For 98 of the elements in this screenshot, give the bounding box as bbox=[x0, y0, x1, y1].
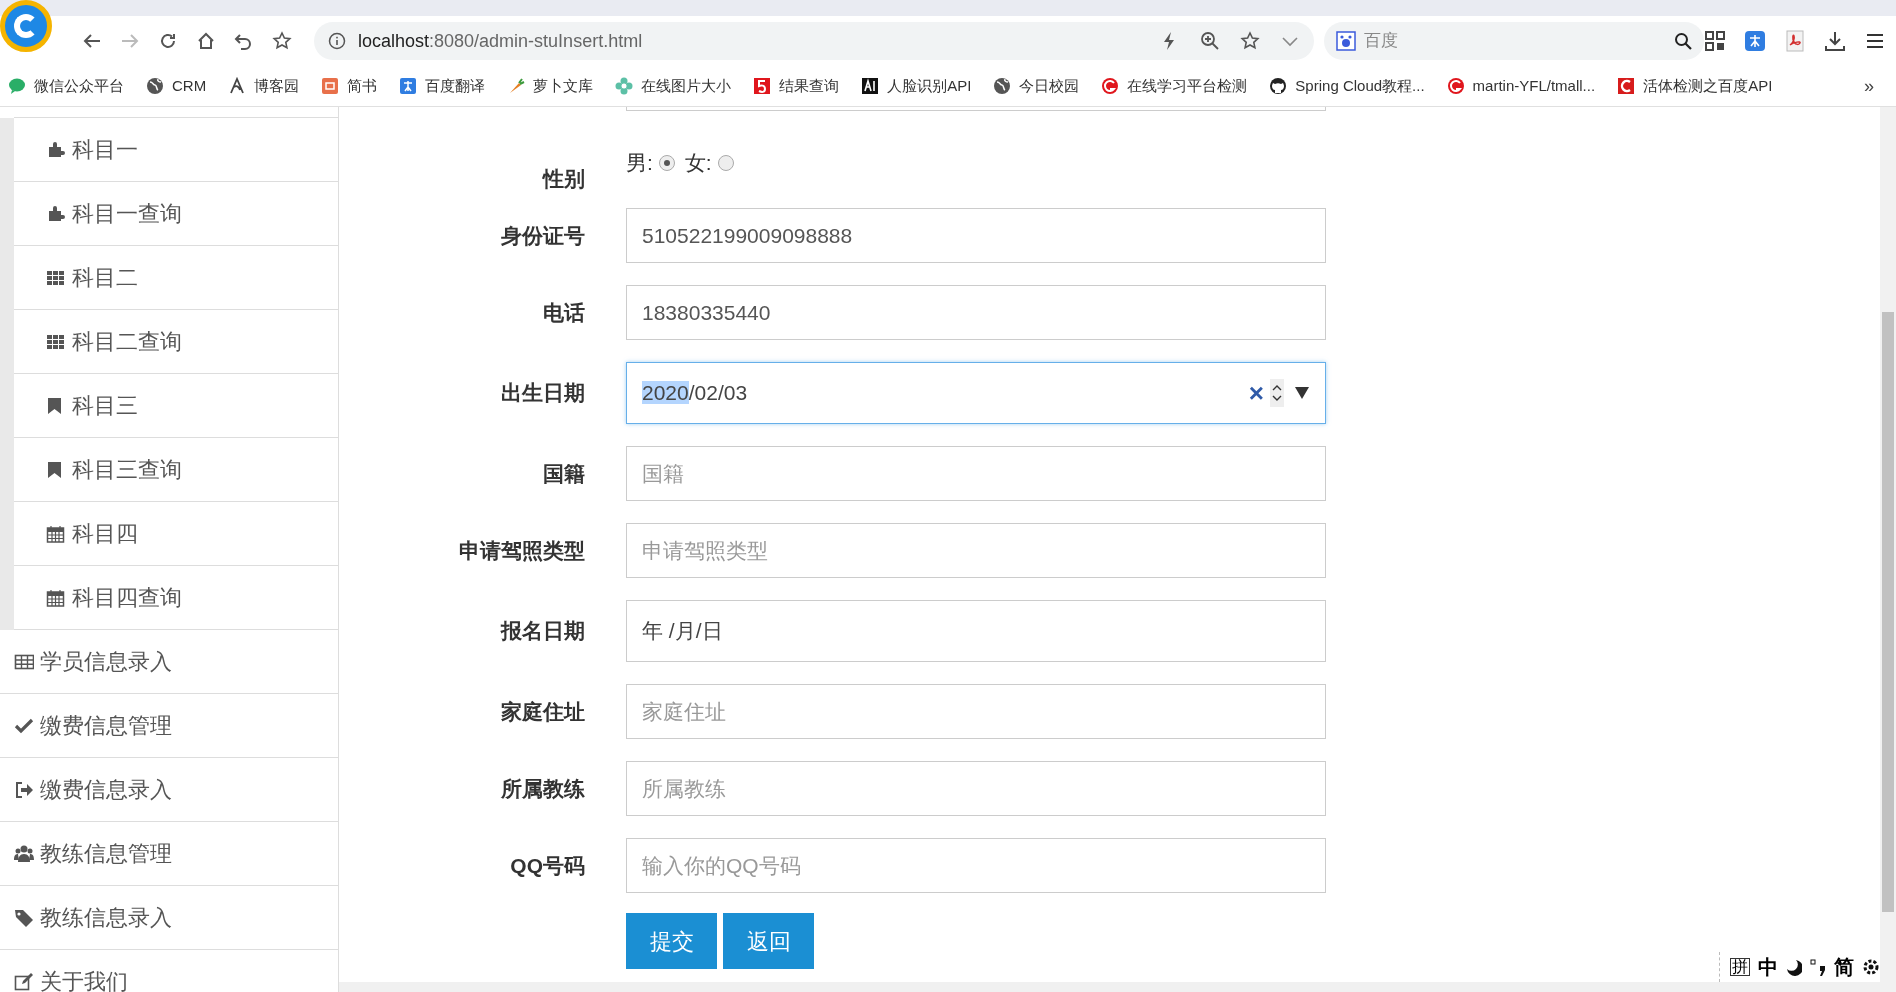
square-logo-icon bbox=[1617, 77, 1636, 95]
square-logo-icon bbox=[861, 77, 880, 95]
puzzle-icon bbox=[46, 203, 66, 224]
bookmark-link[interactable]: 萝卜文库 bbox=[501, 74, 600, 98]
field-label: 电话 bbox=[542, 299, 585, 326]
radio-button[interactable] bbox=[658, 154, 675, 171]
zoom-icon[interactable] bbox=[1200, 31, 1220, 51]
reload-icon[interactable] bbox=[158, 31, 178, 51]
sidebar-item[interactable]: 科目一 bbox=[14, 118, 338, 182]
globe-icon bbox=[146, 77, 164, 95]
paw-logo-icon bbox=[1336, 31, 1356, 51]
bookmark-link[interactable]: 在线图片大小 bbox=[609, 74, 738, 98]
translate-icon[interactable] bbox=[1744, 30, 1766, 52]
sidebar-item[interactable]: 科目四查询 bbox=[14, 566, 338, 630]
bookmark-link[interactable]: martin-YFL/tmall... bbox=[1440, 74, 1602, 98]
people-icon bbox=[14, 843, 34, 864]
field-label: 出生日期 bbox=[500, 380, 585, 407]
input-field[interactable] bbox=[626, 107, 1326, 111]
date-field[interactable]: 年 /月/日 bbox=[626, 600, 1326, 662]
bookmark-link[interactable]: 结果查询 bbox=[747, 74, 846, 98]
radio-button[interactable] bbox=[717, 154, 734, 171]
download-icon[interactable] bbox=[1824, 30, 1846, 52]
field-label: 身份证号 bbox=[500, 222, 585, 249]
bookmark-link[interactable]: 微信公众平台 bbox=[2, 74, 130, 98]
radio-label: 男: bbox=[626, 150, 653, 176]
sidebar-item[interactable]: 科目二 bbox=[14, 246, 338, 310]
sidebar-item[interactable]: 科目二查询 bbox=[14, 310, 338, 374]
bookmark-link[interactable]: 百度翻译 bbox=[393, 74, 492, 98]
carrot-icon bbox=[507, 77, 526, 95]
field-label: 申请驾照类型 bbox=[458, 537, 585, 564]
star-icon[interactable] bbox=[1240, 31, 1260, 51]
square-logo-icon bbox=[399, 77, 418, 95]
chat-bubble-icon bbox=[8, 77, 26, 95]
sidebar-item[interactable]: 科目三查询 bbox=[14, 438, 338, 502]
search-icon bbox=[1674, 32, 1692, 50]
globe-icon bbox=[993, 77, 1012, 95]
bookmark-link[interactable]: 人脸识别API bbox=[855, 74, 978, 98]
scrollbar-thumb[interactable] bbox=[1882, 312, 1894, 912]
edit-icon bbox=[14, 971, 34, 992]
radio-label: 女: bbox=[684, 150, 712, 176]
calendar-icon bbox=[46, 587, 66, 608]
date-field[interactable]: 2020/02/03 × bbox=[626, 362, 1326, 424]
clear-button[interactable]: × bbox=[1248, 380, 1264, 406]
input-field[interactable]: 所属教练 bbox=[626, 761, 1326, 816]
url-text: localhost:8080/admin-stuInsert.html bbox=[358, 29, 643, 53]
bookmark-link[interactable]: CRM bbox=[140, 74, 213, 98]
sign-out-icon bbox=[14, 779, 34, 800]
input-field[interactable]: 输入你的QQ号码 bbox=[626, 838, 1326, 893]
sidebar-item[interactable]: 科目四 bbox=[14, 502, 338, 566]
input-field[interactable]: 18380335440 bbox=[626, 285, 1326, 340]
field-label: 报名日期 bbox=[499, 618, 585, 645]
undo-icon[interactable] bbox=[234, 31, 254, 51]
search-field[interactable]: 百度 bbox=[1364, 28, 1674, 54]
bookmark-link[interactable]: 活体检测之百度API bbox=[1611, 74, 1779, 98]
bookmark-link[interactable]: 简书 bbox=[315, 74, 384, 98]
sidebar-item[interactable]: 科目三 bbox=[14, 374, 338, 438]
tag-icon bbox=[14, 907, 34, 928]
moon-icon bbox=[1786, 958, 1802, 976]
form-button[interactable]: 提交 bbox=[626, 913, 717, 969]
input-field[interactable]: 510522199009098888 bbox=[626, 208, 1326, 263]
field-label: 所属教练 bbox=[500, 775, 585, 802]
square-logo-icon bbox=[321, 77, 340, 95]
qr-grid-icon[interactable] bbox=[1704, 30, 1726, 52]
ime-script-indicator[interactable]: 简 bbox=[1834, 952, 1854, 982]
address-bar[interactable]: localhost:8080/admin-stuInsert.html bbox=[314, 22, 1314, 60]
ime-language-indicator[interactable]: 中 bbox=[1758, 952, 1778, 982]
bookmark-link[interactable]: 今日校园 bbox=[987, 74, 1086, 98]
bookmark-link[interactable]: 在线学习平台检测 bbox=[1095, 74, 1254, 98]
field-label: QQ号码 bbox=[509, 852, 585, 879]
scrollbar[interactable] bbox=[1880, 107, 1896, 992]
input-field[interactable]: 国籍 bbox=[626, 446, 1326, 501]
field-label: 家庭住址 bbox=[500, 698, 585, 725]
star-icon[interactable] bbox=[272, 31, 292, 51]
spinner-arrows-icon bbox=[1270, 379, 1284, 407]
field-label: 国籍 bbox=[542, 460, 585, 487]
more-bookmarks-button[interactable]: » bbox=[1864, 72, 1874, 100]
input-field[interactable]: 家庭住址 bbox=[626, 684, 1326, 739]
dropdown-arrow-icon bbox=[1294, 386, 1310, 400]
ring-logo-icon bbox=[1446, 77, 1465, 95]
bookmark-link[interactable]: 博客园 bbox=[222, 74, 306, 98]
square-logo-icon bbox=[753, 77, 772, 95]
bookmark-link[interactable]: Spring Cloud教程... bbox=[1263, 74, 1431, 98]
cat-logo-icon bbox=[1269, 77, 1288, 95]
calendar-icon bbox=[46, 523, 66, 544]
ring-logo-icon bbox=[1101, 77, 1120, 95]
pdf-icon[interactable] bbox=[1784, 30, 1806, 52]
field-label: 性别 bbox=[541, 166, 585, 192]
search-bar[interactable]: 百度 bbox=[1324, 22, 1704, 60]
gear-icon bbox=[1862, 958, 1880, 976]
sidebar-item[interactable]: 科目一查询 bbox=[14, 182, 338, 246]
ime-mode-indicator[interactable]: 拼 bbox=[1730, 958, 1750, 976]
form-button[interactable]: 返回 bbox=[723, 913, 814, 969]
input-field[interactable]: 申请驾照类型 bbox=[626, 523, 1326, 578]
info-icon bbox=[328, 32, 346, 50]
puzzle-icon bbox=[46, 139, 66, 160]
flower-icon bbox=[615, 77, 634, 95]
home-icon[interactable] bbox=[196, 31, 216, 51]
punctuation-icon bbox=[1810, 958, 1826, 976]
